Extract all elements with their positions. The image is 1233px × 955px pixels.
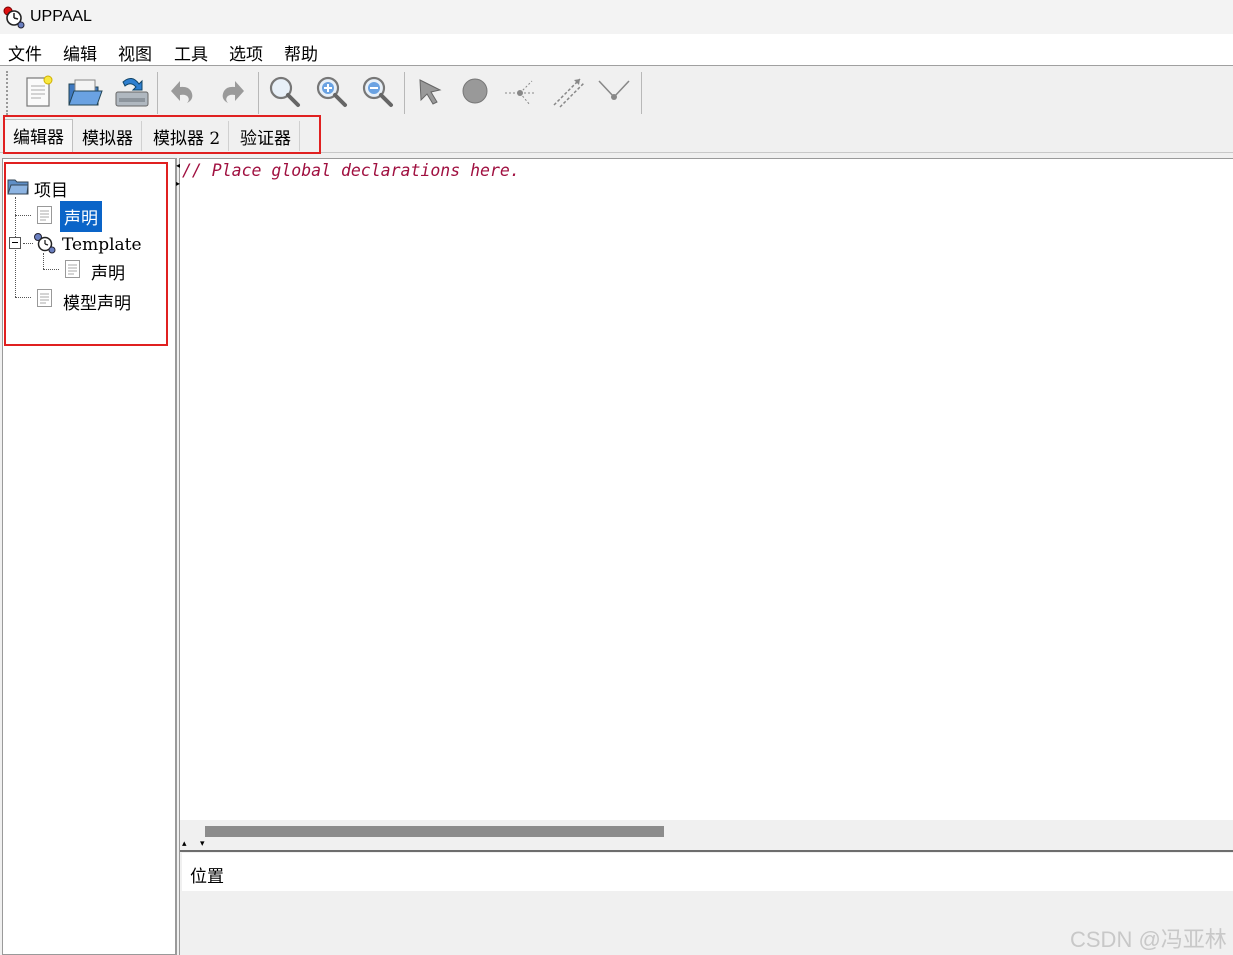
toolbar-grip[interactable] bbox=[6, 71, 8, 115]
tree-line bbox=[43, 269, 59, 270]
tab-simulator[interactable]: 模拟器 bbox=[74, 121, 142, 151]
uppaal-logo-icon bbox=[3, 6, 25, 29]
tab-editor[interactable]: 编辑器 bbox=[4, 119, 73, 152]
document-icon bbox=[65, 260, 80, 278]
folder-icon bbox=[7, 179, 29, 195]
select-pointer-icon bbox=[419, 79, 442, 105]
menu-file[interactable]: 文件 bbox=[8, 40, 42, 65]
save-icon bbox=[115, 78, 149, 107]
edge-tool-button[interactable] bbox=[548, 72, 588, 112]
nail-tool-button[interactable] bbox=[594, 72, 634, 112]
tab-bar: 编辑器 模拟器 模拟器 2 验证器 bbox=[0, 117, 1233, 153]
zoom-in-button[interactable] bbox=[311, 72, 351, 112]
tree-line bbox=[15, 215, 31, 216]
tree-line bbox=[43, 253, 44, 269]
editor-code-text[interactable]: // Place global declarations here. bbox=[182, 161, 520, 180]
branchpoint-tool-button[interactable] bbox=[500, 72, 540, 112]
project-tree: 项目 声明 Template 声明 模型声明 bbox=[2, 158, 176, 955]
tab-simulator-2[interactable]: 模拟器 2 bbox=[145, 121, 230, 151]
tree-item-system-declarations[interactable]: 模型声明 bbox=[63, 289, 131, 314]
add-nail-icon bbox=[598, 80, 630, 100]
toolbar-separator bbox=[157, 72, 158, 114]
add-edge-icon bbox=[553, 78, 585, 108]
new-document-button[interactable] bbox=[18, 72, 58, 112]
zoom-out-icon bbox=[362, 76, 393, 107]
template-icon bbox=[34, 233, 56, 254]
toolbar-separator bbox=[404, 72, 405, 114]
select-tool-button[interactable] bbox=[410, 72, 450, 112]
location-panel-header: 位置 bbox=[182, 853, 1233, 891]
add-branchpoint-icon bbox=[505, 80, 534, 106]
save-button[interactable] bbox=[112, 72, 152, 112]
document-icon bbox=[37, 206, 52, 224]
location-label: 位置 bbox=[190, 867, 224, 887]
toolbar bbox=[0, 67, 1233, 117]
minus-icon bbox=[12, 242, 18, 243]
add-location-icon bbox=[462, 78, 488, 104]
menu-edit[interactable]: 编辑 bbox=[63, 40, 97, 65]
location-tool-button[interactable] bbox=[455, 72, 495, 112]
title-bar: UPPAAL bbox=[0, 0, 1233, 34]
document-icon bbox=[37, 289, 52, 307]
toolbar-separator bbox=[641, 72, 642, 114]
watermark: CSDN @冯亚林 bbox=[1070, 927, 1227, 952]
new-document-icon bbox=[26, 75, 53, 107]
undo-icon bbox=[171, 81, 193, 103]
open-button[interactable] bbox=[65, 72, 105, 112]
zoom-icon bbox=[269, 76, 300, 107]
toolbar-separator bbox=[258, 72, 259, 114]
menu-options[interactable]: 选项 bbox=[229, 40, 263, 65]
declarations-editor[interactable]: // Place global declarations here. bbox=[180, 158, 1233, 820]
tree-item-template[interactable]: Template bbox=[62, 235, 142, 255]
tree-line bbox=[23, 243, 33, 244]
zoom-out-button[interactable] bbox=[357, 72, 397, 112]
zoom-in-icon bbox=[316, 76, 347, 107]
menu-bar: 文件 编辑 视图 工具 选项 帮助 bbox=[0, 34, 1233, 66]
undo-button[interactable] bbox=[164, 72, 204, 112]
redo-icon bbox=[222, 81, 244, 103]
tree-line bbox=[15, 297, 31, 298]
redo-button[interactable] bbox=[211, 72, 251, 112]
splitter-up-arrow-icon[interactable]: ▴ bbox=[182, 840, 187, 849]
tree-item-global-declarations[interactable]: 声明 bbox=[60, 201, 102, 232]
tree-root-project[interactable]: 项目 bbox=[34, 176, 68, 201]
splitter-down-arrow-icon[interactable]: ▾ bbox=[200, 840, 205, 849]
scrollbar-thumb[interactable] bbox=[205, 826, 664, 837]
tab-verifier[interactable]: 验证器 bbox=[232, 121, 300, 151]
menu-help[interactable]: 帮助 bbox=[284, 40, 318, 65]
tree-item-template-declarations[interactable]: 声明 bbox=[91, 259, 125, 284]
tree-collapse-toggle[interactable] bbox=[9, 237, 21, 249]
zoom-button[interactable] bbox=[264, 72, 304, 112]
menu-view[interactable]: 视图 bbox=[118, 40, 152, 65]
menu-tools[interactable]: 工具 bbox=[174, 40, 208, 65]
window-title: UPPAAL bbox=[30, 8, 92, 25]
horizontal-scrollbar[interactable] bbox=[180, 820, 1233, 842]
open-folder-icon bbox=[68, 79, 103, 106]
bottom-splitter[interactable]: ▴ ▾ bbox=[180, 840, 1233, 852]
